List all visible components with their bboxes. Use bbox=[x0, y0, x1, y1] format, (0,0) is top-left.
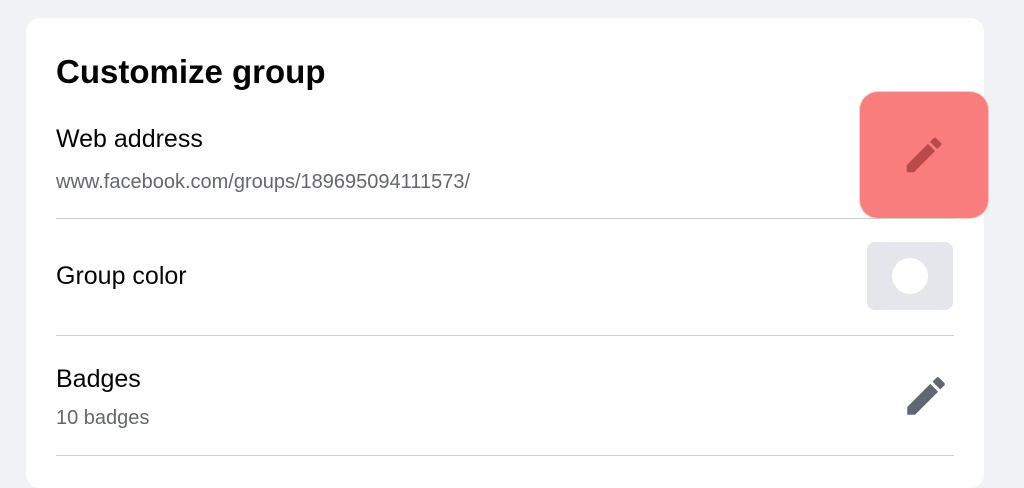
group-color-button[interactable] bbox=[867, 242, 953, 310]
web-address-label: Web address bbox=[56, 125, 203, 153]
badges-edit-button[interactable] bbox=[898, 370, 954, 422]
group-color-row[interactable]: Group color bbox=[56, 258, 954, 298]
pencil-icon bbox=[901, 132, 947, 178]
group-color-label: Group color bbox=[56, 262, 187, 290]
color-swatch bbox=[892, 258, 928, 294]
customize-group-card: Customize group Web address www.facebook… bbox=[26, 18, 988, 488]
pencil-icon bbox=[901, 371, 951, 421]
badges-count: 10 badges bbox=[56, 407, 150, 429]
badges-label: Badges bbox=[56, 365, 141, 393]
web-address-edit-button[interactable] bbox=[860, 92, 988, 218]
page-title: Customize group bbox=[56, 53, 326, 90]
divider bbox=[56, 218, 954, 219]
divider bbox=[56, 335, 954, 336]
badges-row[interactable]: Badges 10 badges bbox=[56, 362, 954, 432]
divider bbox=[56, 455, 954, 456]
web-address-value: www.facebook.com/groups/189695094111573/ bbox=[56, 171, 470, 193]
web-address-row[interactable]: Web address www.facebook.com/groups/1896… bbox=[56, 122, 954, 202]
